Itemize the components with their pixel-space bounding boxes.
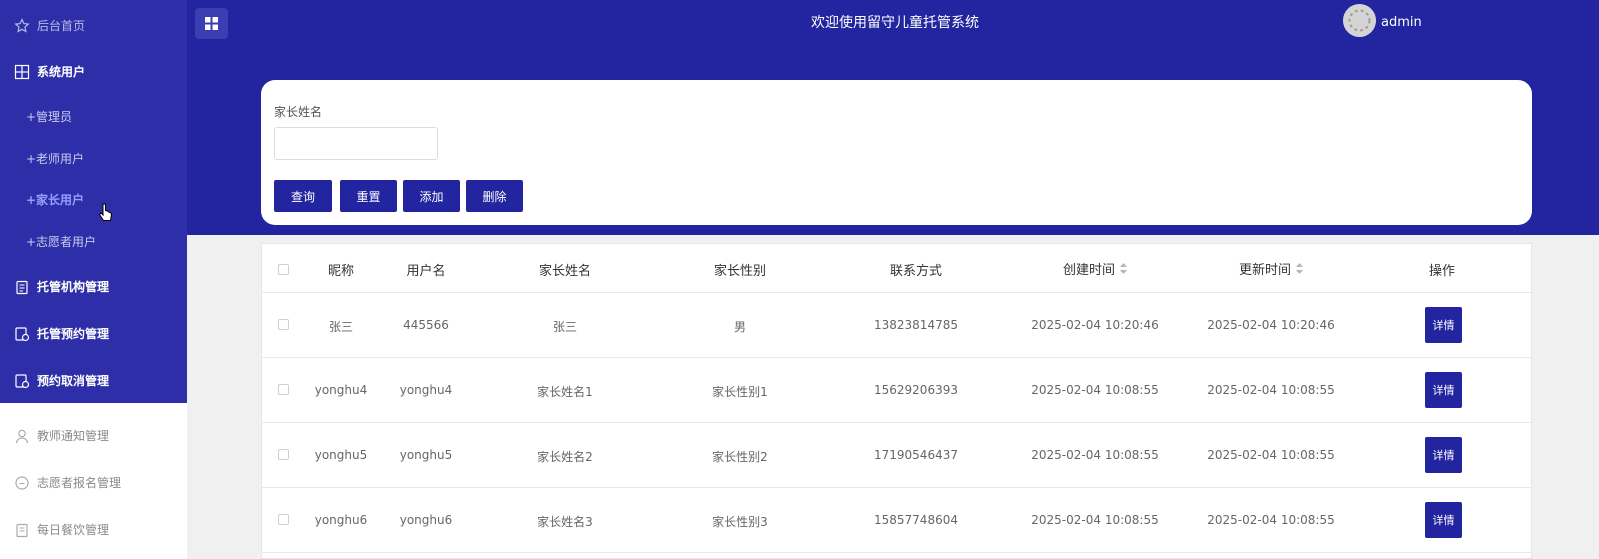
row-checkbox[interactable] — [278, 384, 289, 395]
sidebar-subitem-parent[interactable]: +家长用户 — [26, 191, 84, 208]
sidebar-item-label: 志愿者报名管理 — [37, 476, 122, 490]
cell-updated: 2025-02-04 10:08:55 — [1207, 383, 1335, 397]
sidebar-subitem-admin[interactable]: +管理员 — [26, 108, 72, 125]
reset-button[interactable]: 重置 — [340, 180, 397, 212]
cell-username: yonghu4 — [399, 383, 453, 397]
calendar-icon — [14, 326, 30, 342]
sidebar-item-teacher-notice[interactable]: 教师通知管理 — [14, 427, 109, 444]
detail-button[interactable]: 详情 — [1425, 372, 1462, 408]
system-title: 欢迎使用留守儿童托管系统 — [811, 15, 979, 31]
cell-contact: 17190546437 — [874, 448, 958, 462]
cell-contact: 15629206393 — [874, 383, 958, 397]
col-header-updated[interactable]: 更新时间 — [1206, 259, 1336, 278]
col-header-contact: 联系方式 — [889, 264, 942, 279]
col-header-actions: 操作 — [1428, 264, 1455, 279]
sidebar-item-label: 每日餐饮管理 — [37, 523, 110, 537]
cell-nickname: yonghu4 — [314, 383, 368, 397]
row-checkbox[interactable] — [278, 319, 289, 330]
calendar-icon — [14, 373, 30, 389]
cell-updated: 2025-02-04 10:08:55 — [1207, 513, 1335, 527]
col-header-created[interactable]: 创建时间 — [1030, 259, 1160, 278]
row-checkbox[interactable] — [278, 514, 289, 525]
sidebar-item-cancel[interactable]: 预约取消管理 — [14, 372, 109, 389]
sidebar-item-label: 托管机构管理 — [37, 280, 110, 294]
cell-updated: 2025-02-04 10:08:55 — [1207, 448, 1335, 462]
sidebar-subitem-volunteer[interactable]: +志愿者用户 — [26, 233, 96, 250]
cell-nickname: yonghu6 — [314, 513, 368, 527]
cell-parent-name: 家长姓名1 — [537, 385, 593, 399]
sidebar-item-reservation[interactable]: 托管预约管理 — [14, 325, 109, 342]
cell-created: 2025-02-04 10:08:55 — [1031, 383, 1159, 397]
sidebar-item-label: 教师通知管理 — [37, 429, 110, 443]
avatar[interactable] — [1343, 4, 1376, 37]
clipboard-icon — [14, 279, 30, 295]
clipboard-icon — [14, 522, 30, 538]
sidebar-item-institution[interactable]: 托管机构管理 — [14, 278, 109, 295]
col-header-username: 用户名 — [406, 264, 446, 279]
chat-icon — [14, 475, 30, 491]
detail-button[interactable]: 详情 — [1425, 437, 1462, 473]
cell-parent-name: 家长姓名3 — [537, 515, 593, 529]
col-header-nickname: 昵称 — [327, 264, 354, 279]
cell-created: 2025-02-04 10:20:46 — [1031, 318, 1159, 332]
query-button[interactable]: 查询 — [274, 180, 332, 212]
detail-button[interactable]: 详情 — [1425, 307, 1462, 343]
sidebar-item-home[interactable]: 后台首页 — [14, 17, 85, 34]
sidebar-item-label: 后台首页 — [37, 19, 86, 33]
star-icon — [14, 17, 30, 34]
grid-icon — [14, 64, 30, 80]
cell-contact: 13823814785 — [874, 318, 958, 332]
col-header-parent-gender: 家长性别 — [713, 264, 766, 279]
add-button[interactable]: 添加 — [403, 180, 460, 212]
sidebar-item-label: 托管预约管理 — [37, 327, 110, 341]
col-header-created-label: 创建时间 — [1062, 263, 1115, 278]
cell-nickname: 张三 — [328, 320, 353, 334]
col-header-parent-name: 家长姓名 — [538, 264, 591, 279]
sort-icon[interactable] — [1120, 263, 1127, 278]
select-all-checkbox[interactable] — [278, 264, 289, 275]
delete-button[interactable]: 删除 — [466, 180, 523, 212]
cell-created: 2025-02-04 10:08:55 — [1031, 448, 1159, 462]
sidebar-item-label: 系统用户 — [37, 65, 86, 79]
cell-username: 445566 — [403, 318, 449, 332]
cell-parent-gender: 家长性别2 — [712, 450, 768, 464]
cell-username: yonghu6 — [399, 513, 453, 527]
sidebar-item-system-users[interactable]: 系统用户 — [14, 63, 85, 80]
sidebar: 后台首页 系统用户 +管理员 +老师用户 +家长用户 +志愿者用户 托管机构管理… — [0, 0, 187, 559]
cell-updated: 2025-02-04 10:20:46 — [1207, 318, 1335, 332]
cell-created: 2025-02-04 10:08:55 — [1031, 513, 1159, 527]
grid-icon — [205, 17, 218, 30]
cell-parent-name: 张三 — [552, 320, 577, 334]
menu-toggle-button[interactable] — [195, 8, 228, 39]
parent-name-label: 家长姓名 — [274, 105, 323, 119]
cell-parent-gender: 男 — [733, 320, 746, 334]
cell-nickname: yonghu5 — [314, 448, 368, 462]
row-checkbox[interactable] — [278, 449, 289, 460]
col-header-updated-label: 更新时间 — [1238, 263, 1291, 278]
parent-name-input[interactable] — [274, 127, 438, 160]
user-icon — [14, 428, 30, 444]
cell-parent-gender: 家长性别3 — [712, 515, 768, 529]
username[interactable]: admin — [1381, 15, 1422, 30]
cell-parent-gender: 家长性别1 — [712, 385, 768, 399]
detail-button[interactable]: 详情 — [1425, 502, 1462, 538]
cell-parent-name: 家长姓名2 — [537, 450, 593, 464]
sidebar-item-label: 预约取消管理 — [37, 374, 110, 388]
sidebar-item-daily-meals[interactable]: 每日餐饮管理 — [14, 521, 109, 538]
sidebar-subitem-teacher[interactable]: +老师用户 — [26, 150, 84, 167]
sort-icon[interactable] — [1296, 263, 1303, 278]
mouse-cursor-icon — [98, 203, 113, 227]
sidebar-item-volunteer-signup[interactable]: 志愿者报名管理 — [14, 474, 121, 491]
cell-username: yonghu5 — [399, 448, 453, 462]
cell-contact: 15857748604 — [874, 513, 958, 527]
